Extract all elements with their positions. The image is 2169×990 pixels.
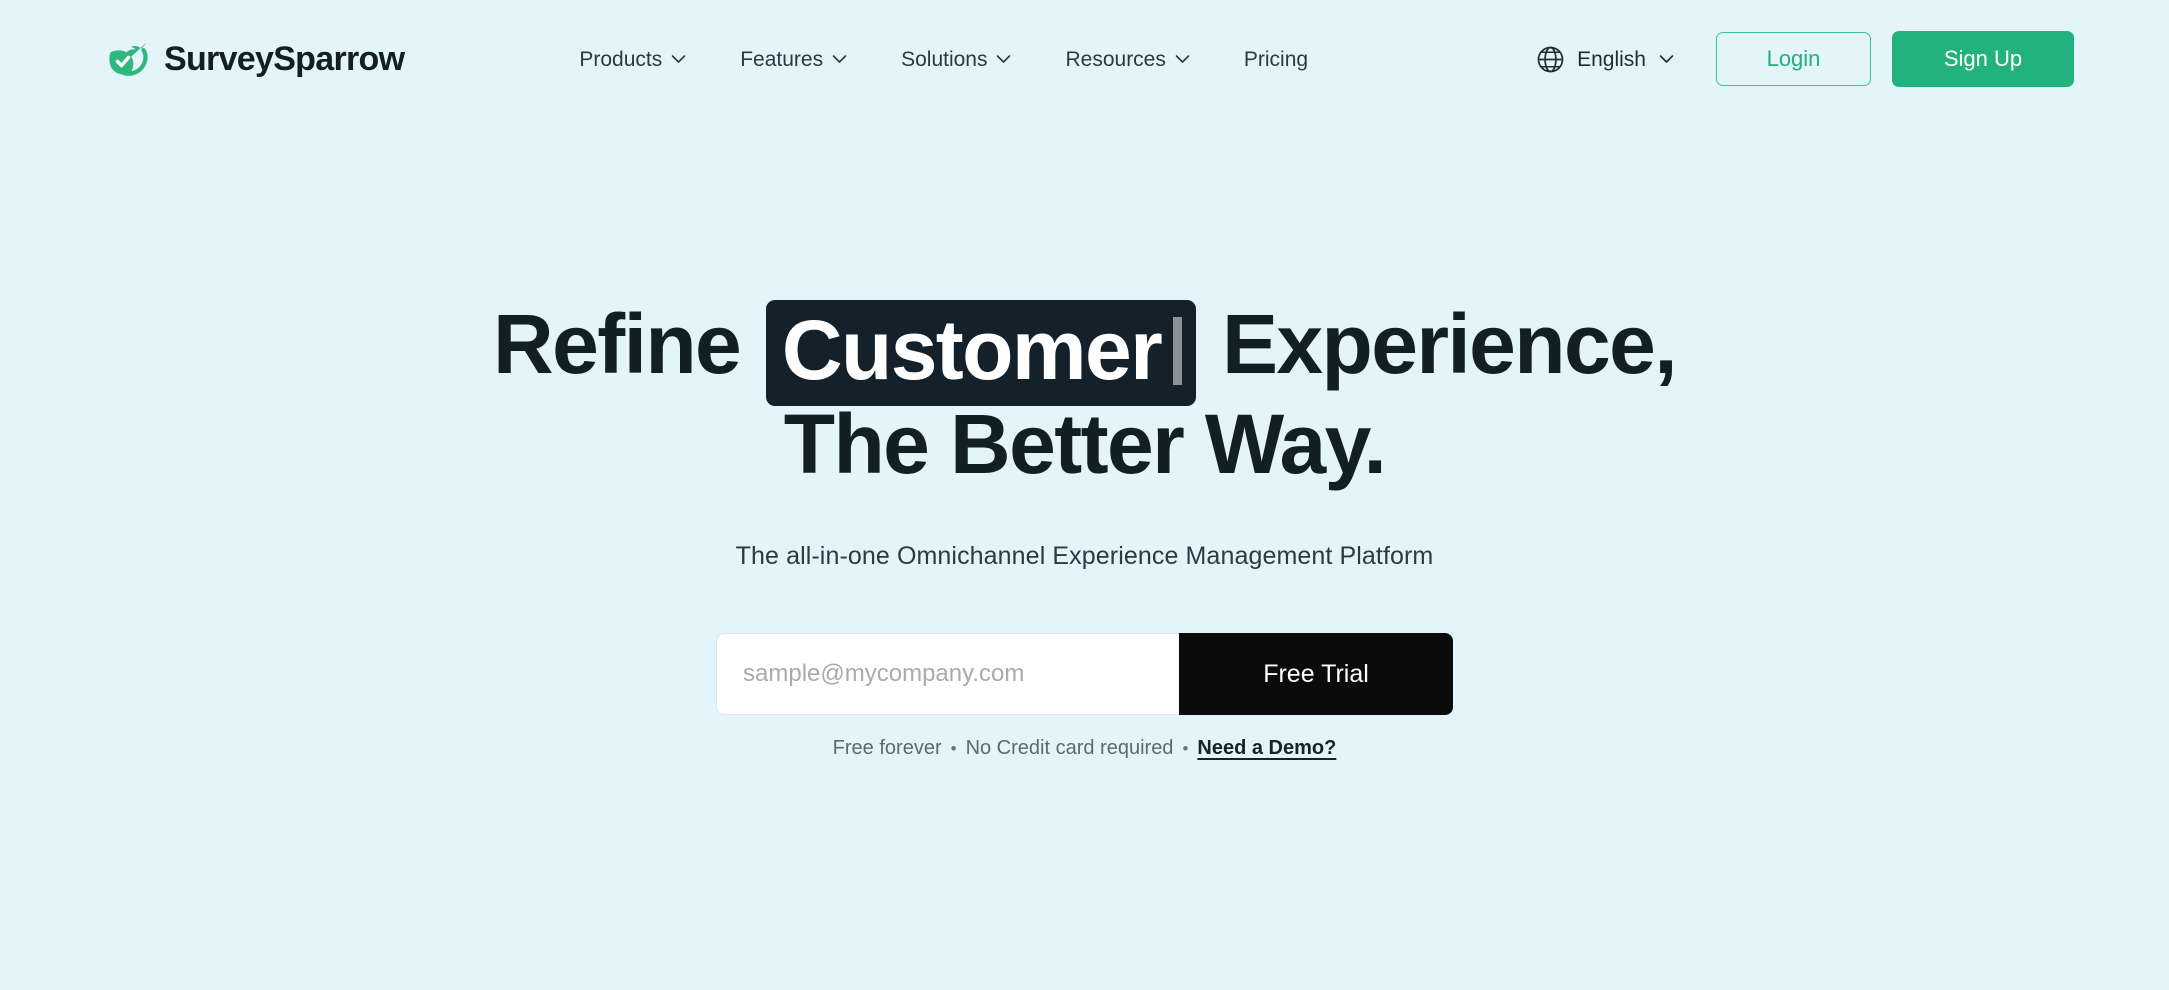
hero-headline-line-1: Refine Customer Experience,: [493, 294, 1678, 406]
chevron-down-icon: [671, 55, 686, 63]
nav-item-label: Pricing: [1243, 47, 1309, 71]
primary-navigation: Products Features Solutions Resources Pr…: [552, 39, 1335, 80]
note-free-forever: Free forever: [832, 737, 942, 760]
nav-item-resources[interactable]: Resources: [1038, 39, 1216, 80]
email-input[interactable]: [716, 633, 1179, 716]
trial-signup-form: Free Trial: [716, 633, 1453, 716]
globe-icon: [1537, 46, 1564, 72]
headline-highlight: Customer: [765, 300, 1197, 406]
hero-subheadline: The all-in-one Omnichannel Experience Ma…: [735, 541, 1434, 570]
headline-suffix: Experience,: [1221, 297, 1678, 391]
language-label: English: [1577, 47, 1646, 71]
headline-highlight-text: Customer: [781, 303, 1163, 397]
signup-button[interactable]: Sign Up: [1892, 31, 2074, 87]
free-trial-button[interactable]: Free Trial: [1179, 633, 1453, 716]
site-header: SurveySparrow Products Features Solution…: [0, 0, 2169, 118]
chevron-down-icon: [1659, 55, 1674, 63]
note-separator-icon: •: [950, 738, 957, 758]
hero-headline: Refine Customer Experience, The Better W…: [493, 294, 1678, 491]
sparrow-leaf-check-logo-icon: [109, 42, 148, 76]
chevron-down-icon: [1175, 55, 1190, 63]
chevron-down-icon: [832, 55, 847, 63]
nav-item-pricing[interactable]: Pricing: [1217, 39, 1335, 80]
header-actions: English Login Sign Up: [1530, 31, 2074, 87]
language-selector[interactable]: English: [1530, 37, 1680, 82]
need-a-demo-link[interactable]: Need a Demo?: [1197, 738, 1336, 758]
landing-page: SurveySparrow Products Features Solution…: [0, 0, 2169, 990]
login-button[interactable]: Login: [1716, 32, 1871, 86]
form-note: Free forever • No Credit card required •…: [833, 738, 1337, 758]
nav-item-label: Solutions: [901, 47, 988, 71]
typing-caret-icon: [1173, 316, 1183, 385]
brand-logo[interactable]: SurveySparrow: [105, 36, 405, 82]
nav-item-features[interactable]: Features: [713, 39, 874, 80]
nav-item-products[interactable]: Products: [552, 39, 713, 80]
nav-item-label: Resources: [1065, 47, 1166, 71]
brand-name: SurveySparrow: [164, 40, 405, 78]
chevron-down-icon: [997, 55, 1011, 63]
nav-item-label: Products: [579, 47, 663, 71]
nav-item-solutions[interactable]: Solutions: [874, 39, 1038, 80]
headline-prefix: Refine: [493, 297, 742, 391]
note-separator-icon: •: [1182, 738, 1189, 758]
hero-section: Refine Customer Experience, The Better W…: [0, 118, 2169, 990]
nav-item-label: Features: [740, 47, 824, 71]
hero-headline-line-2: The Better Way.: [783, 396, 1387, 491]
note-no-credit-card: No Credit card required: [965, 737, 1174, 760]
